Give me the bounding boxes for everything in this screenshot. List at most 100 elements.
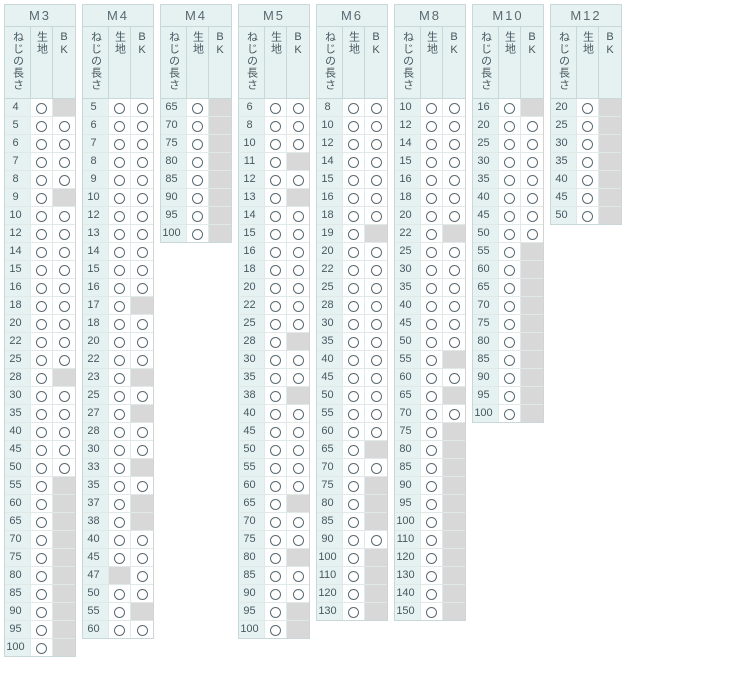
size-group: M4ねじの長さ生地BK56789101213141516171820222325… (82, 4, 154, 639)
availability-cell-b (287, 207, 309, 224)
availability-cell-a (577, 189, 599, 206)
length-cell: 19 (317, 225, 343, 242)
table-row: 22 (317, 261, 387, 279)
availability-cell-b (521, 333, 543, 350)
available-icon (426, 301, 437, 312)
available-icon (270, 571, 281, 582)
length-cell: 65 (5, 513, 31, 530)
length-cell: 85 (317, 513, 343, 530)
available-icon (192, 103, 203, 114)
available-icon (59, 247, 70, 258)
availability-cell-a (421, 405, 443, 422)
length-cell: 15 (83, 261, 109, 278)
available-icon (137, 535, 148, 546)
header-length: ねじの長さ (551, 27, 577, 98)
availability-cell-a (343, 567, 365, 584)
length-cell: 100 (239, 621, 265, 638)
availability-cell-b (521, 189, 543, 206)
table-row: 95 (161, 207, 231, 225)
available-icon (270, 625, 281, 636)
available-icon (114, 625, 125, 636)
available-icon (36, 499, 47, 510)
availability-cell-b (521, 171, 543, 188)
available-icon (371, 373, 382, 384)
length-cell: 10 (239, 135, 265, 152)
availability-cell-a (265, 585, 287, 602)
availability-cell-b (443, 171, 465, 188)
availability-cell-a (421, 135, 443, 152)
available-icon (504, 121, 515, 132)
availability-cell-b (131, 243, 153, 260)
availability-cell-b (53, 621, 75, 638)
availability-cell-b (365, 423, 387, 440)
availability-cell-b (443, 153, 465, 170)
available-icon (426, 499, 437, 510)
table-row: 110 (317, 567, 387, 585)
availability-cell-a (109, 387, 131, 404)
available-icon (426, 337, 437, 348)
available-icon (426, 175, 437, 186)
length-cell: 16 (5, 279, 31, 296)
table-row: 35 (551, 153, 621, 171)
availability-cell-b (287, 153, 309, 170)
available-icon (114, 337, 125, 348)
availability-cell-b (365, 279, 387, 296)
table-row: 45 (239, 423, 309, 441)
availability-cell-a (109, 405, 131, 422)
availability-cell-b (521, 243, 543, 260)
available-icon (371, 265, 382, 276)
table-row: 45 (5, 441, 75, 459)
availability-cell-b (521, 297, 543, 314)
table-row: 75 (239, 531, 309, 549)
availability-cell-a (187, 171, 209, 188)
available-icon (59, 445, 70, 456)
available-icon (114, 319, 125, 330)
size-group: M4ねじの長さ生地BK65707580859095100 (160, 4, 232, 243)
length-cell: 85 (5, 585, 31, 602)
availability-cell-a (109, 441, 131, 458)
length-cell: 18 (5, 297, 31, 314)
table-row: 70 (239, 513, 309, 531)
table-row: 25 (5, 351, 75, 369)
available-icon (426, 427, 437, 438)
availability-cell-b (443, 405, 465, 422)
availability-cell-a (31, 603, 53, 620)
availability-cell-a (343, 495, 365, 512)
available-icon (137, 589, 148, 600)
availability-cell-b (287, 405, 309, 422)
length-cell: 12 (395, 117, 421, 134)
availability-cell-a (499, 387, 521, 404)
availability-cell-a (343, 117, 365, 134)
available-icon (449, 193, 460, 204)
available-icon (36, 589, 47, 600)
length-cell: 18 (239, 261, 265, 278)
table-row: 65 (395, 387, 465, 405)
availability-cell-b (521, 315, 543, 332)
availability-cell-a (265, 153, 287, 170)
availability-cell-b (443, 243, 465, 260)
availability-cell-a (421, 333, 443, 350)
availability-cell-b (131, 189, 153, 206)
length-cell: 15 (317, 171, 343, 188)
table-row: 70 (473, 297, 543, 315)
availability-cell-b (53, 477, 75, 494)
availability-cell-a (31, 423, 53, 440)
availability-cell-a (421, 459, 443, 476)
availability-cell-a (187, 153, 209, 170)
available-icon (504, 373, 515, 384)
available-icon (293, 211, 304, 222)
availability-cell-b (131, 135, 153, 152)
availability-cell-a (577, 117, 599, 134)
availability-cell-b (287, 351, 309, 368)
available-icon (114, 121, 125, 132)
available-icon (371, 283, 382, 294)
availability-cell-a (343, 441, 365, 458)
availability-cell-b (365, 549, 387, 566)
table-row: 70 (161, 117, 231, 135)
availability-cell-a (343, 243, 365, 260)
available-icon (293, 481, 304, 492)
length-cell: 17 (83, 297, 109, 314)
availability-cell-b (287, 369, 309, 386)
length-cell: 70 (395, 405, 421, 422)
availability-cell-a (109, 621, 131, 638)
